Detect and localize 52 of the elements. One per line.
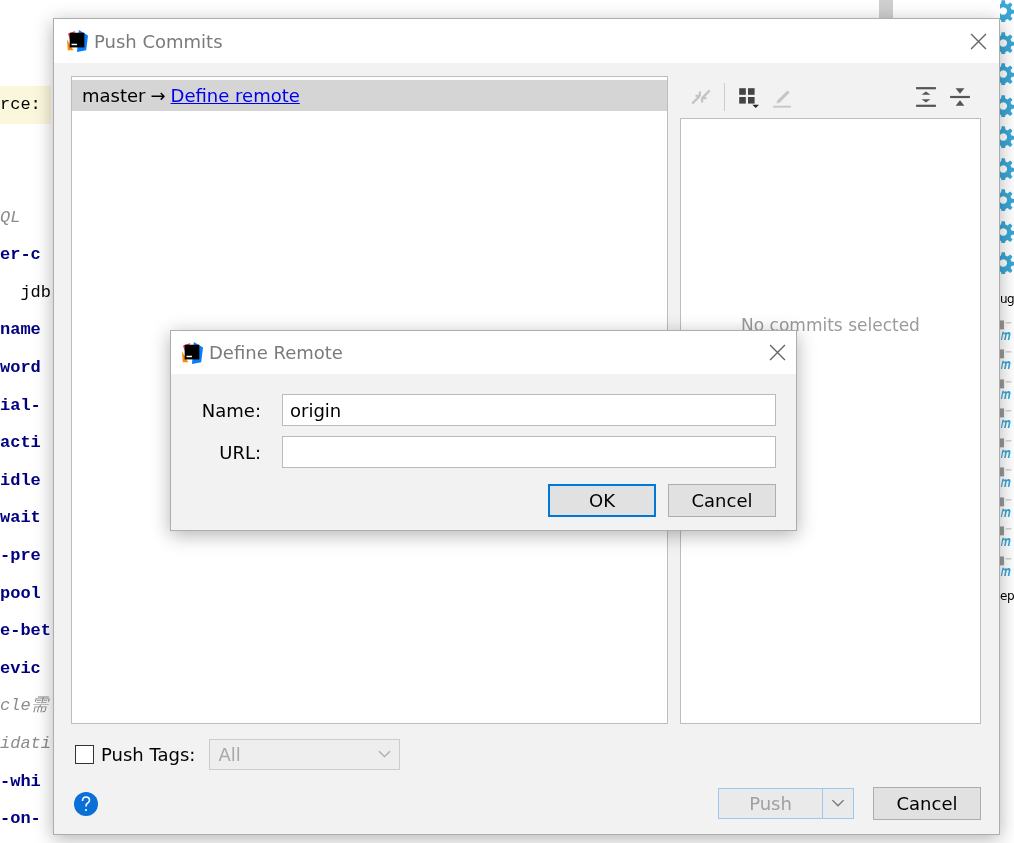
field-label: URL: xyxy=(218,441,261,463)
gear-icon[interactable] xyxy=(1000,252,1014,274)
collapse-all-icon[interactable] xyxy=(949,86,971,108)
scrollbar-thumb[interactable] xyxy=(879,0,893,18)
dialog-title: Push Commits xyxy=(94,30,224,52)
gear-icon[interactable] xyxy=(1000,220,1014,243)
code-line: ial- xyxy=(0,394,42,417)
chevron-icon xyxy=(378,750,392,759)
code-line: idati xyxy=(0,732,51,755)
panel-text: ep xyxy=(1000,588,1014,605)
code-line: acti xyxy=(0,432,42,455)
close-icon[interactable] xyxy=(769,344,786,361)
code-line: -whi xyxy=(0,770,42,793)
code-line: er-c xyxy=(0,244,42,267)
code-line: QL xyxy=(0,206,22,229)
code-line: word xyxy=(0,356,42,379)
code-line: e-bet xyxy=(0,620,51,643)
field-label: Name: xyxy=(200,399,261,421)
code-line: name xyxy=(0,319,42,342)
branch-name: master xyxy=(82,85,146,106)
branch-row[interactable]: master → Define remote xyxy=(72,80,667,111)
help-icon[interactable] xyxy=(74,791,98,816)
close-icon[interactable] xyxy=(970,32,987,50)
code-line: cle需 xyxy=(0,695,51,718)
group-by-icon[interactable] xyxy=(737,86,759,108)
gear-icon[interactable] xyxy=(1000,94,1014,117)
push-tags-label: Push Tags: xyxy=(101,744,196,765)
dialog-title: Define Remote xyxy=(209,342,344,363)
arrow-text: → xyxy=(150,85,166,106)
code-line: -pre xyxy=(0,544,42,567)
gear-icon[interactable] xyxy=(1000,63,1014,85)
code-line: wait xyxy=(0,507,42,530)
code-line: -on- xyxy=(0,808,42,831)
ok-button[interactable]: OK xyxy=(548,484,656,517)
code-line: pool xyxy=(0,582,42,605)
gear-icon[interactable] xyxy=(1000,157,1014,180)
gear-icon[interactable] xyxy=(1000,31,1014,54)
gear-icon[interactable] xyxy=(1000,0,1014,22)
cancel-button[interactable]: Cancel xyxy=(873,787,981,820)
code-line: jdb xyxy=(19,281,51,304)
cancel-button[interactable]: Cancel xyxy=(668,484,776,517)
code-line: idle xyxy=(0,469,42,492)
define-remote-link[interactable]: Define remote xyxy=(170,85,300,106)
gear-icon[interactable] xyxy=(1000,189,1014,211)
text-field[interactable] xyxy=(282,436,776,468)
gear-icon[interactable] xyxy=(1000,126,1014,148)
app-logo-icon xyxy=(181,341,203,364)
code-line: evic xyxy=(0,657,42,680)
text-field[interactable]: origin xyxy=(282,394,776,426)
expand-all-icon[interactable] xyxy=(915,86,937,108)
app-logo-icon xyxy=(66,30,88,52)
panel-text: ug xyxy=(1000,290,1014,308)
